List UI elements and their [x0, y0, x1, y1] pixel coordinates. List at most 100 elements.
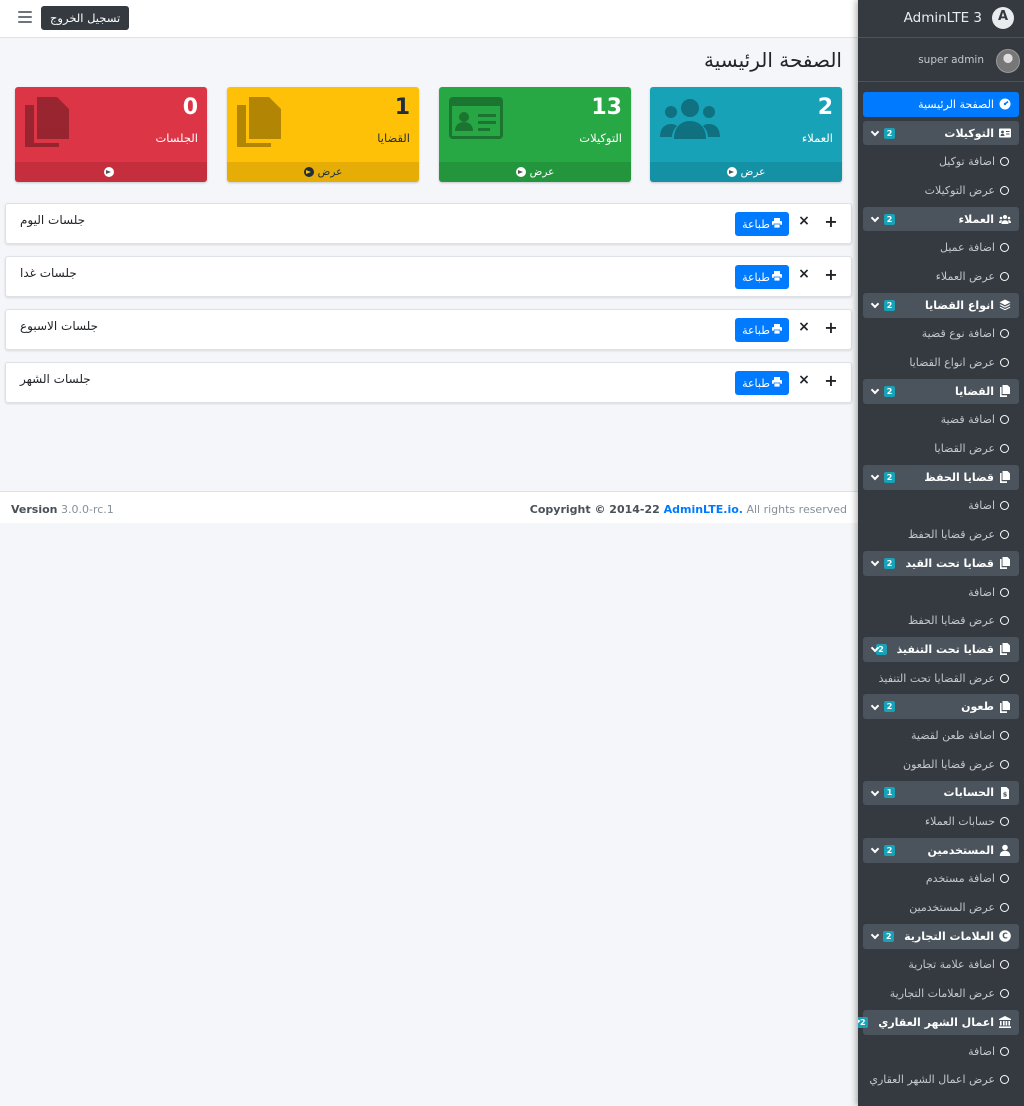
- stat-footer-link[interactable]: عرض: [439, 162, 631, 182]
- circle-icon: [1000, 415, 1009, 425]
- sidebar-subitem[interactable]: اضافة طعن لقضية: [863, 721, 1019, 750]
- sidebar-item-label: الصفحة الرئيسية: [918, 97, 994, 111]
- chevron-down-icon: [871, 559, 879, 567]
- sidebar-subitem[interactable]: عرض المستخدمين: [863, 893, 1019, 922]
- stat-label: العملاء: [801, 131, 833, 145]
- stat-value: 13: [591, 95, 622, 120]
- sidebar-subitem[interactable]: عرض القضايا تحت التنفيذ: [863, 664, 1019, 693]
- user-panel[interactable]: super admin: [858, 38, 1024, 82]
- count-badge: 2: [884, 299, 895, 311]
- copy-icon: [25, 97, 69, 151]
- sidebar-subitem-label: اضافة نوع قضية: [921, 327, 995, 341]
- stat-footer-link[interactable]: عرض: [227, 162, 419, 182]
- sidebar-group-header[interactable]: قضايا تحت التنفيذ 2: [863, 635, 1019, 664]
- print-button[interactable]: طباعة: [735, 212, 789, 236]
- chevron-down-icon: [871, 129, 879, 137]
- sidebar-subitem[interactable]: عرض قضايا الحفظ: [863, 606, 1019, 635]
- sidebar-subitem[interactable]: عرض العلامات التجارية: [863, 979, 1019, 1008]
- sidebar-subitem[interactable]: اضافة مستخدم: [863, 865, 1019, 894]
- sidebar-subitem-label: عرض العلامات التجارية: [889, 987, 995, 1001]
- circle-icon: [1000, 358, 1009, 368]
- stat-box-sessions: 0 الجلسات: [15, 87, 207, 182]
- stat-footer-link[interactable]: عرض: [650, 162, 842, 182]
- sidebar-subitem[interactable]: اضافة قضية: [863, 406, 1019, 435]
- close-icon[interactable]: ×: [798, 213, 810, 229]
- copy-icon: [999, 643, 1011, 656]
- sidebar-group-header[interactable]: $ الحسابات 1: [863, 779, 1019, 808]
- sidebar-subitem[interactable]: اضافة نوع قضية: [863, 320, 1019, 349]
- stat-box-cases: 1 القضايا عرض: [227, 87, 419, 182]
- sidebar-subitem[interactable]: اضافة علامة تجارية: [863, 951, 1019, 980]
- count-badge: 1: [884, 787, 895, 799]
- sidebar-subitem[interactable]: عرض قضايا الطعون: [863, 750, 1019, 779]
- id-card-icon: [999, 127, 1011, 139]
- sidebar-subitem[interactable]: عرض التوكيلات: [863, 176, 1019, 205]
- print-button[interactable]: طباعة: [735, 318, 789, 342]
- sidebar-group-header[interactable]: انواع القضايا 2: [863, 291, 1019, 320]
- sidebar-group-header[interactable]: التوكيلات 2: [863, 119, 1019, 148]
- sidebar-subitem[interactable]: عرض انواع القضايا: [863, 348, 1019, 377]
- sidebar-group-header[interactable]: طعون 2: [863, 692, 1019, 721]
- close-icon[interactable]: ×: [798, 372, 810, 388]
- sidebar-subitem[interactable]: اضافة: [863, 578, 1019, 607]
- sidebar-group-label: طعون: [961, 700, 994, 714]
- circle-icon: [1000, 817, 1009, 827]
- circle-icon: [1000, 673, 1009, 683]
- sidebar-subitem[interactable]: حسابات العملاء: [863, 807, 1019, 836]
- circle-icon: [1000, 874, 1009, 884]
- user-icon: [999, 844, 1011, 857]
- plus-icon[interactable]: +: [824, 371, 838, 390]
- print-button[interactable]: طباعة: [735, 371, 789, 395]
- sidebar-group-label: قضايا تحت التنفيذ: [896, 642, 994, 656]
- sidebar-subitem-label: عرض اعمال الشهر العقاري: [869, 1073, 995, 1087]
- sidebar-subitem-label: عرض العملاء: [935, 269, 995, 283]
- print-icon: [771, 217, 782, 231]
- print-label: طباعة: [742, 217, 770, 231]
- sidebar-subitem[interactable]: عرض قضايا الحفظ: [863, 520, 1019, 549]
- stat-footer-link[interactable]: [15, 162, 207, 182]
- sidebar-group-header[interactable]: المستخدمين 2: [863, 836, 1019, 865]
- stat-value: 0: [182, 95, 198, 120]
- sidebar-subitem-label: عرض القضايا تحت التنفيذ: [878, 671, 995, 685]
- file-invoice-icon: $: [999, 786, 1011, 799]
- sidebar-subitem-label: عرض قضايا الحفظ: [907, 528, 995, 542]
- plus-icon[interactable]: +: [824, 212, 838, 231]
- card-title: جلسات الاسبوع: [20, 319, 99, 333]
- copy-icon: [999, 700, 1011, 713]
- sidebar-subitem[interactable]: اضافة عميل: [863, 233, 1019, 262]
- sidebar-group-header[interactable]: القضايا 2: [863, 377, 1019, 406]
- sidebar-group-header[interactable]: العملاء 2: [863, 205, 1019, 234]
- bars-icon[interactable]: [18, 11, 32, 25]
- stat-label: القضايا: [377, 131, 410, 145]
- circle-icon: [1000, 616, 1009, 626]
- sidebar-subitem[interactable]: اضافة: [863, 1037, 1019, 1066]
- sidebar-group-header[interactable]: قضايا الحفظ 2: [863, 463, 1019, 492]
- plus-icon[interactable]: +: [824, 265, 838, 284]
- sidebar-group-header[interactable]: C العلامات التجارية 2: [863, 922, 1019, 951]
- sidebar-subitem[interactable]: اضافة: [863, 492, 1019, 521]
- adminlte-link[interactable]: AdminLTE.io.: [664, 503, 743, 516]
- close-icon[interactable]: ×: [798, 319, 810, 335]
- print-icon: [771, 323, 782, 337]
- stat-box-clients: 2 العملاء عرض: [650, 87, 842, 182]
- stat-box-powers-of-attorney: 13 التوكيلات عرض: [439, 87, 631, 182]
- circle-icon: [1000, 185, 1009, 195]
- sidebar-subitem-label: عرض القضايا: [934, 442, 995, 456]
- sidebar-group-header[interactable]: قضايا تحت القيد 2: [863, 549, 1019, 578]
- logout-button[interactable]: تسجيل الخروج: [41, 6, 130, 30]
- sidebar-subitem[interactable]: عرض العملاء: [863, 262, 1019, 291]
- sidebar-item-home[interactable]: الصفحة الرئيسية: [863, 90, 1019, 119]
- sidebar-subitem[interactable]: عرض اعمال الشهر العقاري: [863, 1065, 1019, 1094]
- close-icon[interactable]: ×: [798, 266, 810, 282]
- sidebar-subitem[interactable]: اضافة توكيل: [863, 147, 1019, 176]
- circle-icon: [1000, 444, 1009, 454]
- sidebar-group-header[interactable]: اعمال الشهر العقاري 2: [858, 1008, 1019, 1037]
- tachometer-icon: [999, 98, 1011, 110]
- sidebar-subitem[interactable]: عرض القضايا: [863, 434, 1019, 463]
- stat-value: 1: [394, 95, 410, 120]
- print-icon: [771, 376, 782, 390]
- brand-link[interactable]: AdminLTE 3: [858, 0, 1024, 38]
- plus-icon[interactable]: +: [824, 318, 838, 337]
- print-button[interactable]: طباعة: [735, 265, 789, 289]
- card-title: جلسات اليوم: [20, 213, 86, 227]
